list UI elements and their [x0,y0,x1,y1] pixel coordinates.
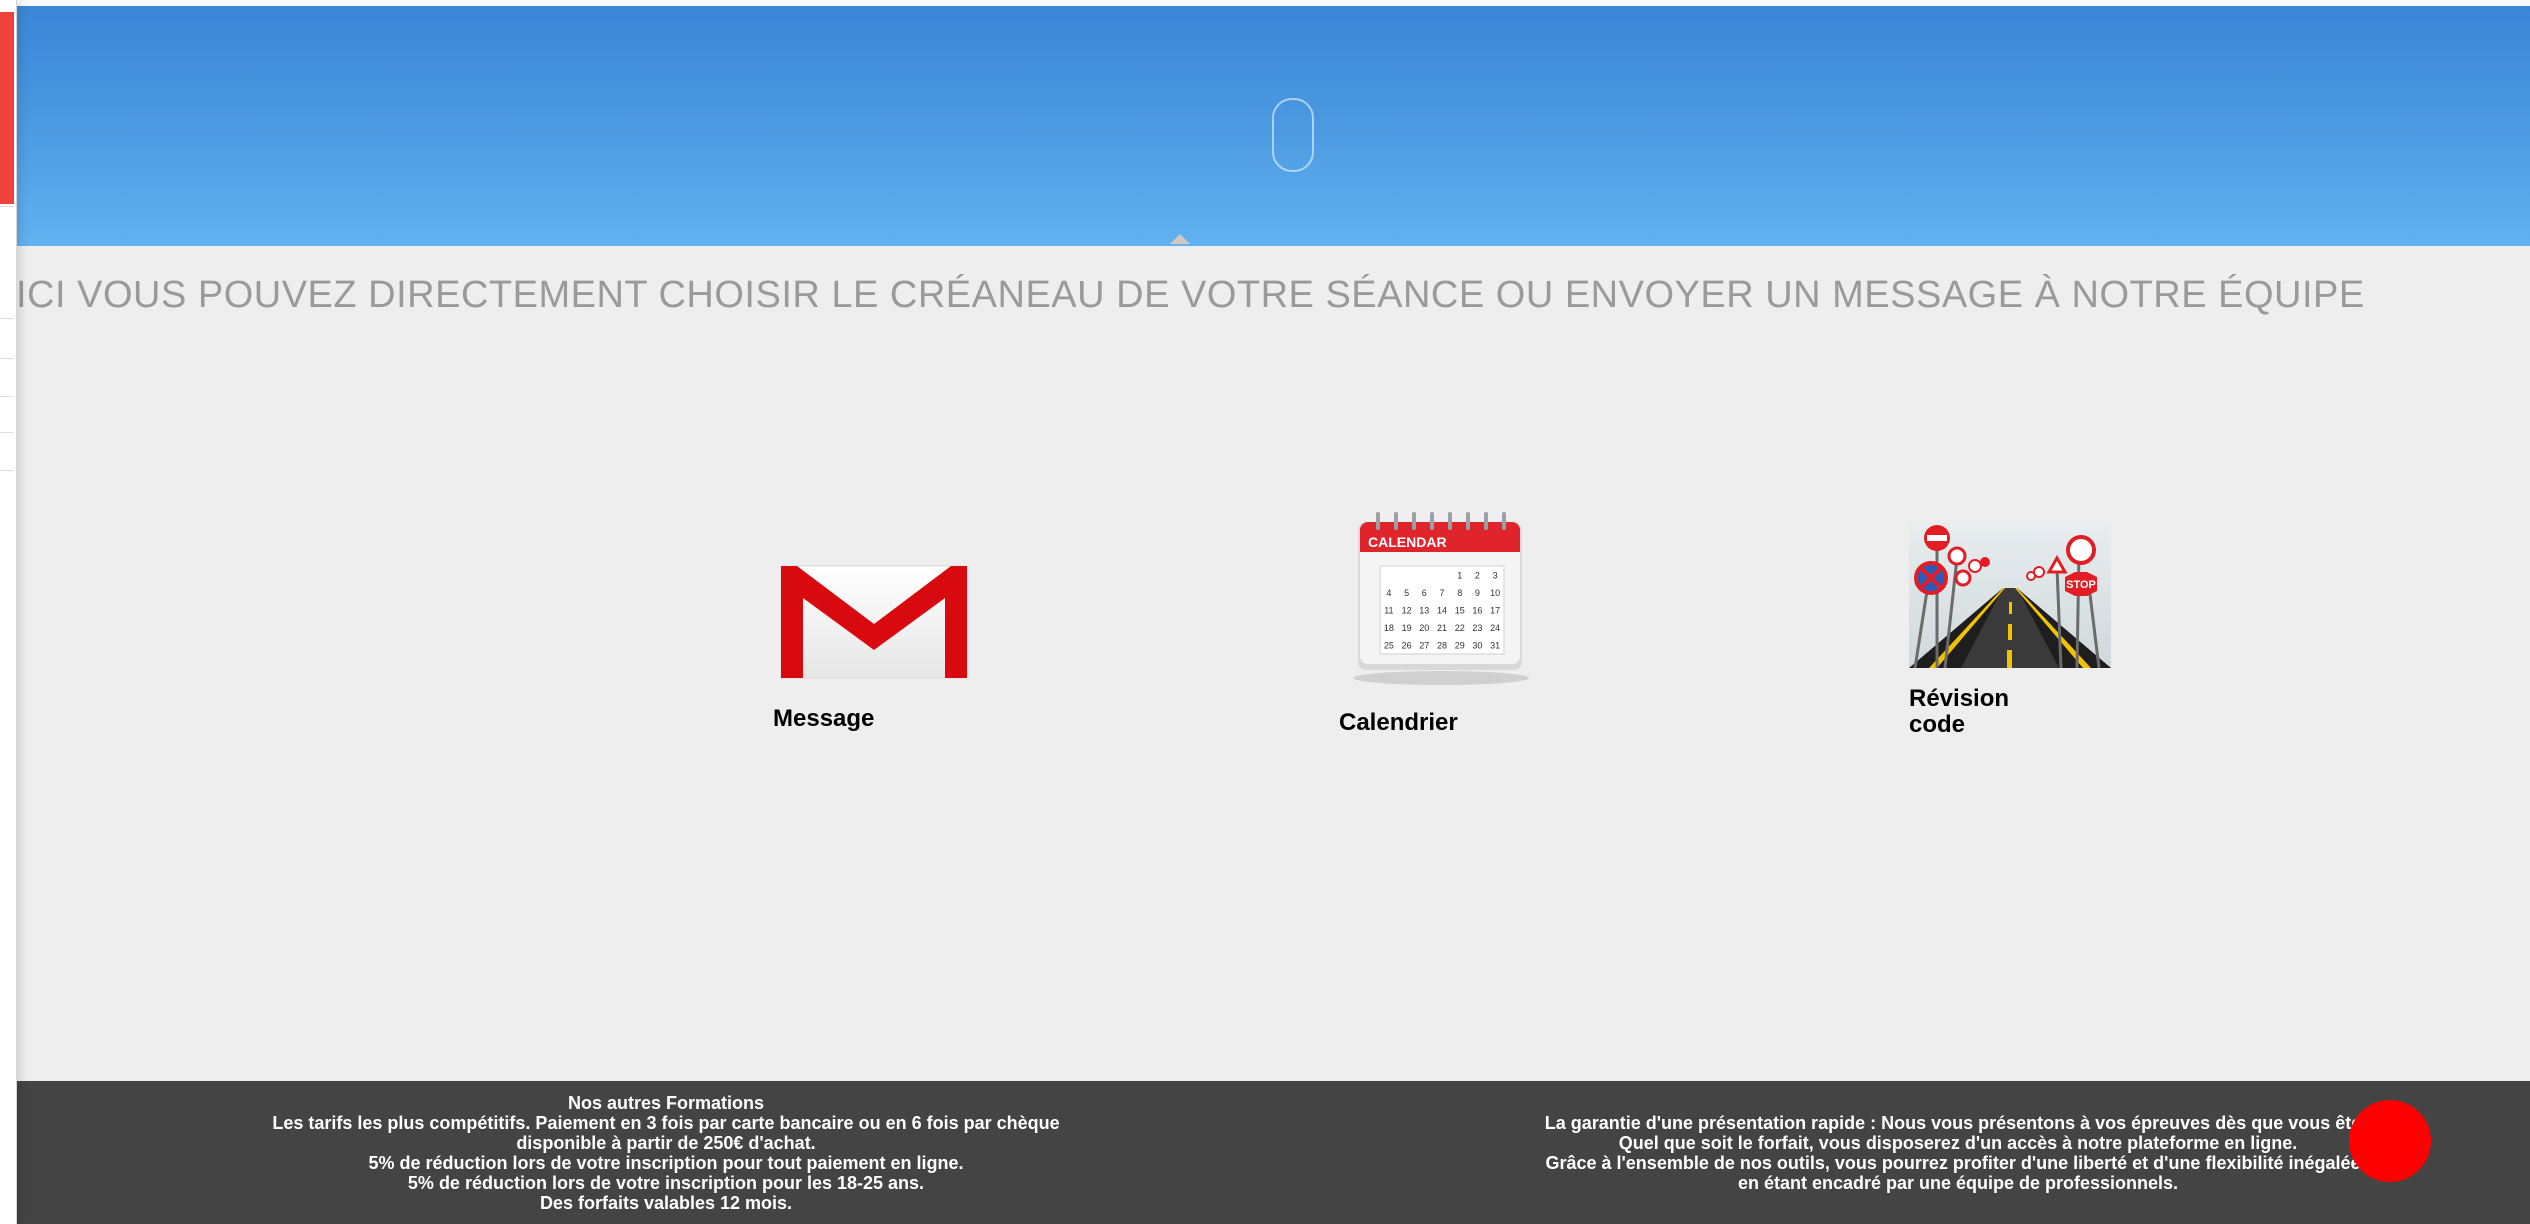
calendar-day: 11 [1384,606,1393,616]
tile-label-message: Message [773,705,875,732]
calendar-day: 12 [1402,606,1412,616]
calendar-day: 19 [1402,623,1412,633]
road-signs-icon: STOP [1909,522,2111,668]
calendar-day: 15 [1455,606,1465,616]
tile-label-line: Révision [1909,685,2010,712]
calendar-day: 20 [1419,623,1429,633]
svg-text:STOP: STOP [2066,579,2096,591]
calendar-day: 29 [1455,641,1465,651]
calendar-day: 23 [1472,623,1482,633]
calendar-day: 1 [1457,570,1462,580]
calendar-day: 26 [1402,641,1412,651]
calendar-day: 2 [1475,570,1480,580]
site-footer: Nos autres Formations Les tarifs les plu… [16,1081,2530,1224]
tile-label-line: code [1909,711,1966,738]
calendar-day: 6 [1422,588,1427,598]
side-divider [0,206,14,207]
scroll-indicator-icon[interactable] [1272,98,1314,172]
side-panel-edge[interactable] [0,0,17,1224]
calendar-day: 25 [1384,641,1394,651]
calendar-day: 14 [1437,606,1447,616]
tile-code-revision[interactable]: STOP Révision code [1906,522,2146,744]
hero-decoration [1170,234,1190,244]
footer-formations: Nos autres Formations Les tarifs les plu… [106,1093,1226,1213]
tile-calendar[interactable]: CALENDAR 1 2 3 4 5 6 7 8 9 10 11 12 13 14 15 16 17 18 19 20… [1336,508,1556,738]
footer-text: 5% de réduction lors de votre inscriptio… [407,1173,925,1193]
calendar-day: 28 [1437,641,1447,651]
footer-title: Nos autres Formations [567,1093,765,1113]
calendar-day: 18 [1384,623,1394,633]
calendar-day: 5 [1404,588,1409,598]
calendar-day: 9 [1475,588,1480,598]
calendar-icon: CALENDAR 1 2 34 5 6 7 8 9 1011 12 13 14 15 16 1718 19 20… [1353,512,1529,685]
tile-label-code-revision: Révision code [1909,686,2009,738]
tile-label-calendar: Calendrier [1339,709,1458,736]
page-tagline: ICI VOUS POUVEZ DIRECTEMENT CHOISIR LE C… [16,274,2365,316]
calendar-day: 10 [1490,588,1500,598]
footer-text: disponible à partir de 250€ d'achat. [516,1133,816,1153]
chat-bubble-button[interactable] [2349,1100,2431,1182]
calendar-day: 30 [1472,641,1482,651]
calendar-day: 8 [1457,588,1462,598]
footer-text: Les tarifs les plus compétitifs. Paiemen… [272,1113,1060,1133]
calendar-day: 7 [1439,588,1444,598]
calendar-day: 21 [1437,623,1447,633]
side-divider [0,396,14,397]
tile-message[interactable]: Message [770,556,990,736]
calendar-day: 27 [1419,641,1429,651]
calendar-day: 31 [1490,641,1500,651]
side-divider [0,318,14,319]
calendar-day: 24 [1490,623,1500,633]
gmail-envelope-icon [779,564,969,679]
calendar-day: 22 [1455,623,1465,633]
footer-text: Des forfaits valables 12 mois. [539,1193,793,1213]
calendar-header: CALENDAR [1368,534,1447,550]
side-divider [0,470,14,471]
hero-banner [16,6,2530,246]
calendar-day: 3 [1493,570,1498,580]
calendar-day: 16 [1472,606,1482,616]
side-divider [0,358,14,359]
footer-text: 5% de réduction lors de votre inscriptio… [368,1153,964,1173]
calendar-day: 17 [1490,606,1500,616]
footer-text: en étant encadré par une équipe de profe… [1737,1173,2179,1193]
calendar-day: 4 [1386,588,1391,598]
side-panel-accent [0,12,14,204]
calendar-day: 13 [1419,606,1429,616]
side-divider [0,432,14,433]
